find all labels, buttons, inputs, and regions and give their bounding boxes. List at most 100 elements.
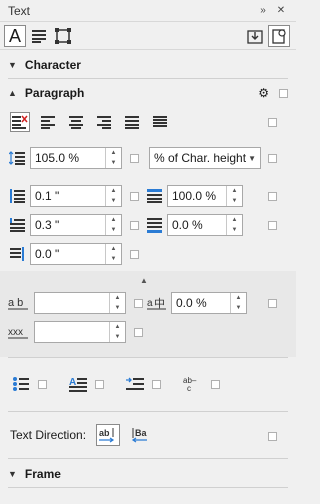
first-line-indent-value: 0.3 " (35, 218, 60, 232)
spin-down-icon[interactable]: ▼ (106, 196, 121, 206)
chevron-up-icon: ▲ (8, 88, 17, 98)
alignment-row (10, 112, 178, 132)
settings-button[interactable] (268, 24, 290, 47)
spin-down-icon[interactable]: ▼ (106, 254, 121, 264)
spin-down-icon[interactable]: ▼ (231, 303, 246, 313)
align-center-button[interactable] (66, 112, 86, 132)
spin-down-icon[interactable]: ▼ (106, 225, 121, 235)
paragraph-section-title: Paragraph (24, 86, 85, 100)
char-spacing-row: a b ▲ ▼ a中 0.0 % ▲ ▼ (8, 292, 247, 314)
spin-down-icon[interactable]: ▼ (227, 196, 242, 206)
line-spacing-unit-select[interactable]: % of Char. height ▼ (149, 147, 261, 169)
frame-icon (55, 27, 71, 44)
right-indent-checkbox[interactable] (130, 249, 139, 259)
right-indent-value: 0.0 " (35, 247, 60, 261)
first-line-indent-input[interactable]: 0.3 " ▲ ▼ (30, 214, 122, 236)
bullet-list-checkbox[interactable] (38, 379, 47, 389)
spin-down-icon[interactable]: ▼ (110, 303, 125, 313)
hyphenation-checkbox[interactable] (211, 379, 220, 389)
line-spacing-input[interactable]: 105.0 % ▲ ▼ (30, 147, 122, 169)
line-spacing-icon (8, 149, 26, 167)
space-before-value: 100.0 % (172, 189, 217, 203)
word-spacing-value (35, 322, 109, 342)
drop-cap-checkbox[interactable] (95, 379, 104, 389)
space-after-checkbox[interactable] (268, 221, 277, 230)
alignment-checkbox[interactable] (268, 118, 277, 127)
language-spacing-input[interactable]: 0.0 % ▲ ▼ (171, 292, 247, 314)
left-indent-checkbox[interactable] (130, 191, 139, 201)
paragraph-tab-button[interactable] (28, 25, 50, 47)
hyphenation-icon: ab–c (183, 376, 197, 392)
indent-list-button[interactable] (126, 376, 144, 392)
text-toolbar: A (0, 22, 296, 50)
collapse-up-icon[interactable]: ▲ (140, 276, 148, 285)
char-spacing-icon: a b (8, 294, 30, 312)
spin-up-icon[interactable]: ▲ (231, 293, 246, 303)
line-spacing-checkbox[interactable] (130, 153, 139, 163)
justify-button[interactable] (122, 112, 142, 132)
word-spacing-checkbox[interactable] (134, 327, 143, 337)
left-indent-input[interactable]: 0.1 " ▲ ▼ (30, 185, 122, 207)
space-before-checkbox[interactable] (268, 192, 277, 201)
no-align-icon (12, 115, 28, 129)
language-spacing-checkbox[interactable] (268, 299, 277, 308)
import-icon (247, 29, 263, 44)
character-section-header[interactable]: ▼ Character (0, 52, 296, 78)
first-line-indent-checkbox[interactable] (130, 220, 139, 230)
char-spacing-value (35, 293, 109, 313)
character-tab-button[interactable]: A (4, 24, 26, 47)
horizontal-text-button[interactable]: ab (96, 424, 121, 446)
no-alignment-button[interactable] (10, 112, 30, 132)
paragraph-section-checkbox[interactable] (279, 88, 288, 98)
space-before-input[interactable]: 100.0 % ▲ ▼ (167, 185, 243, 207)
space-after-input[interactable]: 0.0 % ▲ ▼ (167, 214, 243, 236)
spin-up-icon[interactable]: ▲ (110, 293, 125, 303)
svg-text:a: a (147, 298, 153, 309)
indent-list-checkbox[interactable] (152, 379, 161, 389)
spin-up-icon[interactable]: ▲ (106, 186, 121, 196)
vertical-text-button[interactable]: Ba (128, 424, 152, 446)
line-spacing-unit-checkbox[interactable] (268, 154, 277, 163)
spin-up-icon[interactable]: ▲ (106, 244, 121, 254)
chevron-down-icon: ▼ (248, 153, 256, 163)
panel-titlebar: Text » ✕ (0, 0, 296, 22)
spin-up-icon[interactable]: ▲ (110, 322, 125, 332)
word-spacing-row: xxx ▲ ▼ (8, 321, 143, 343)
chevron-down-icon: ▼ (8, 60, 17, 70)
close-icon[interactable]: ✕ (274, 4, 288, 18)
char-spacing-checkbox[interactable] (134, 298, 143, 308)
paragraph-section-header[interactable]: ▲ Paragraph ⚙ (0, 80, 296, 106)
align-right-button[interactable] (94, 112, 114, 132)
spin-up-icon[interactable]: ▲ (106, 215, 121, 225)
text-direction-checkbox[interactable] (268, 432, 277, 441)
indent-list-icon (126, 377, 144, 390)
text-direction-row: Text Direction: ab Ba (10, 424, 160, 446)
spin-down-icon[interactable]: ▼ (227, 225, 242, 235)
right-indent-icon (8, 245, 26, 263)
hyphenation-button[interactable]: ab– c (183, 376, 203, 392)
gear-icon[interactable]: ⚙ (258, 86, 269, 100)
spin-up-icon[interactable]: ▲ (227, 186, 242, 196)
bullet-list-button[interactable] (12, 376, 30, 392)
right-indent-input[interactable]: 0.0 " ▲ ▼ (30, 243, 122, 265)
char-spacing-input[interactable]: ▲ ▼ (34, 292, 126, 314)
align-left-button[interactable] (38, 112, 58, 132)
text-direction-label: Text Direction: (10, 428, 87, 442)
spin-up-icon[interactable]: ▲ (227, 215, 242, 225)
spin-down-icon[interactable]: ▼ (106, 158, 121, 168)
spin-up-icon[interactable]: ▲ (106, 148, 121, 158)
first-line-indent-row: 0.3 " ▲ ▼ 0.0 % ▲ ▼ (8, 214, 243, 236)
force-justify-button[interactable] (150, 112, 170, 132)
align-right-icon (97, 116, 111, 129)
word-spacing-input[interactable]: ▲ ▼ (34, 321, 126, 343)
chevron-right-icon[interactable]: » (256, 4, 270, 18)
svg-text:c: c (187, 384, 191, 392)
spin-down-icon[interactable]: ▼ (110, 332, 125, 342)
drop-cap-button[interactable]: A (69, 376, 87, 392)
space-after-icon (145, 216, 163, 234)
character-a-icon: A (8, 25, 21, 46)
frame-tab-button[interactable] (52, 25, 74, 47)
spacing-group (0, 271, 296, 357)
import-button[interactable] (244, 25, 266, 47)
frame-section-header[interactable]: ▼ Frame (0, 461, 296, 487)
